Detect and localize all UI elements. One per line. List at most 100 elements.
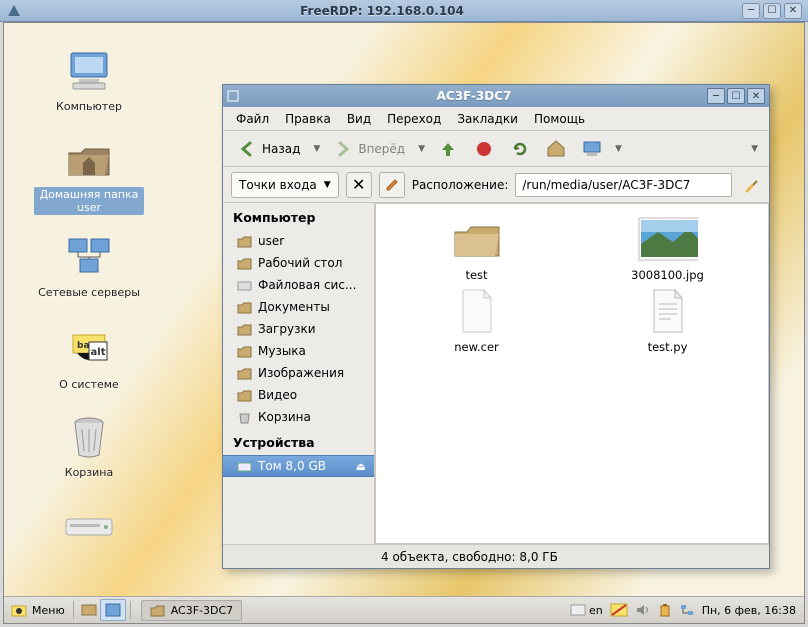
up-icon — [438, 139, 458, 159]
sidebar-item-user[interactable]: user — [223, 230, 374, 252]
file-item-cer[interactable]: new.cer — [396, 288, 557, 354]
close-icon: ✕ — [352, 175, 365, 194]
menu-go[interactable]: Переход — [380, 109, 448, 129]
edit-path-button[interactable] — [379, 172, 405, 198]
menu-bookmarks[interactable]: Закладки — [450, 109, 525, 129]
menu-help[interactable]: Помощь — [527, 109, 592, 129]
file-manager-launcher[interactable] — [100, 599, 126, 621]
file-view[interactable]: test 3008100.jpg new.cer test.py — [375, 203, 769, 544]
sidebar-item-label: Видео — [258, 388, 297, 402]
image-thumbnail — [638, 216, 698, 262]
sidebar-item-label: Изображения — [258, 366, 344, 380]
window-close-button[interactable]: ✕ — [747, 88, 765, 104]
rdp-titlebar: FreeRDP: 192.168.0.104 ─ ☐ ✕ — [0, 0, 808, 22]
show-desktop-button[interactable] — [78, 600, 100, 620]
sidebar-item-label: user — [258, 234, 284, 248]
battery-indicator[interactable] — [658, 603, 672, 617]
start-menu-label[interactable]: Меню — [28, 604, 69, 617]
status-text: 4 объекта, свободно: 8,0 ГБ — [381, 550, 558, 564]
sidebar-item-label: Файловая сис... — [258, 278, 356, 292]
file-name: test.py — [587, 340, 748, 354]
forward-button[interactable]: Вперёд — [327, 136, 411, 162]
network-indicator[interactable] — [679, 603, 695, 617]
file-name: new.cer — [396, 340, 557, 354]
taskbar: Меню AC3F-3DC7 en Пн, 6 фев, 16:38 — [4, 596, 804, 623]
location-label: Расположение: — [412, 178, 509, 192]
menu-view[interactable]: Вид — [340, 109, 378, 129]
desktop-icon-about[interactable]: basealt О системе — [34, 325, 144, 392]
toolbar-overflow[interactable]: ▼ — [748, 144, 761, 154]
window-titlebar[interactable]: AC3F-3DC7 ─ ☐ ✕ — [223, 85, 769, 107]
desktop-wallpaper[interactable]: Компьютер Домашняя папка user Сетевые се… — [4, 23, 804, 623]
remote-desktop: Компьютер Домашняя папка user Сетевые се… — [3, 22, 805, 624]
desktop-icon-label: Сетевые серверы — [36, 285, 142, 300]
menu-file[interactable]: Файл — [229, 109, 276, 129]
eject-icon[interactable]: ⏏ — [356, 460, 366, 473]
sidebar-item-music[interactable]: Музыка — [223, 340, 374, 362]
computer-dropdown[interactable]: ▼ — [612, 144, 625, 154]
drive-icon — [237, 279, 252, 292]
desktop-icon-computer[interactable]: Компьютер — [34, 47, 144, 114]
desktop-icon-network[interactable]: Сетевые серверы — [34, 233, 144, 300]
entry-points-combo[interactable]: Точки входа ▼ — [231, 172, 339, 198]
taskbar-window-button[interactable]: AC3F-3DC7 — [141, 600, 242, 621]
sidebar-item-label: Корзина — [258, 410, 311, 424]
about-icon: basealt — [63, 325, 115, 373]
chevron-down-icon: ▼ — [324, 180, 331, 190]
stop-icon — [474, 139, 494, 159]
folder-icon — [237, 345, 252, 358]
home-button[interactable] — [540, 136, 572, 162]
sidebar-item-pictures[interactable]: Изображения — [223, 362, 374, 384]
up-button[interactable] — [432, 136, 464, 162]
entry-points-label: Точки входа — [239, 178, 317, 192]
display-indicator[interactable] — [610, 603, 628, 617]
system-tray: en Пн, 6 фев, 16:38 — [570, 603, 804, 617]
rdp-app-icon — [6, 3, 22, 19]
file-item-image[interactable]: 3008100.jpg — [587, 216, 748, 282]
sidebar-item-trash[interactable]: Корзина — [223, 406, 374, 428]
folder-icon — [237, 257, 252, 270]
desktop-icon-home[interactable]: Домашняя папка user — [34, 135, 144, 215]
window-minimize-button[interactable]: ─ — [707, 88, 725, 104]
close-sidebar-button[interactable]: ✕ — [346, 172, 372, 198]
sidebar-item-volume[interactable]: Том 8,0 GB ⏏ — [223, 455, 374, 477]
menu-edit[interactable]: Правка — [278, 109, 338, 129]
start-menu-icon[interactable] — [10, 601, 28, 619]
sidebar-item-downloads[interactable]: Загрузки — [223, 318, 374, 340]
clear-location-button[interactable] — [739, 174, 761, 196]
sidebar-item-filesystem[interactable]: Файловая сис... — [223, 274, 374, 296]
sidebar-section-computer: Компьютер — [223, 203, 374, 230]
file-name: 3008100.jpg — [587, 268, 748, 282]
sidebar-item-documents[interactable]: Документы — [223, 296, 374, 318]
forward-dropdown[interactable]: ▼ — [415, 144, 428, 154]
rdp-close-button[interactable]: ✕ — [784, 3, 802, 19]
rdp-minimize-button[interactable]: ─ — [742, 3, 760, 19]
status-bar: 4 объекта, свободно: 8,0 ГБ — [223, 544, 769, 568]
sidebar-item-videos[interactable]: Видео — [223, 384, 374, 406]
computer-icon — [63, 47, 115, 95]
back-dropdown[interactable]: ▼ — [310, 144, 323, 154]
back-button[interactable]: Назад — [231, 136, 306, 162]
desktop-icon-trash[interactable]: Корзина — [34, 413, 144, 480]
keyboard-indicator[interactable]: en — [570, 604, 603, 617]
rdp-maximize-button[interactable]: ☐ — [763, 3, 781, 19]
folder-icon — [447, 216, 507, 262]
sidebar-item-desktop[interactable]: Рабочий стол — [223, 252, 374, 274]
desktop-icon-drive[interactable] — [34, 503, 144, 555]
lang-label: en — [589, 604, 603, 617]
location-input[interactable] — [515, 173, 732, 197]
window-menu-icon[interactable] — [227, 90, 243, 102]
folder-icon — [150, 604, 165, 617]
computer-button[interactable] — [576, 136, 608, 162]
file-item-py[interactable]: test.py — [587, 288, 748, 354]
volume-indicator[interactable] — [635, 603, 651, 617]
stop-button[interactable] — [468, 136, 500, 162]
sidebar-item-label: Рабочий стол — [258, 256, 342, 270]
file-item-folder[interactable]: test — [396, 216, 557, 282]
clock[interactable]: Пн, 6 фев, 16:38 — [702, 604, 796, 617]
window-maximize-button[interactable]: ☐ — [727, 88, 745, 104]
home-icon — [546, 139, 566, 159]
network-icon — [63, 233, 115, 281]
back-icon — [237, 139, 257, 159]
reload-button[interactable] — [504, 136, 536, 162]
